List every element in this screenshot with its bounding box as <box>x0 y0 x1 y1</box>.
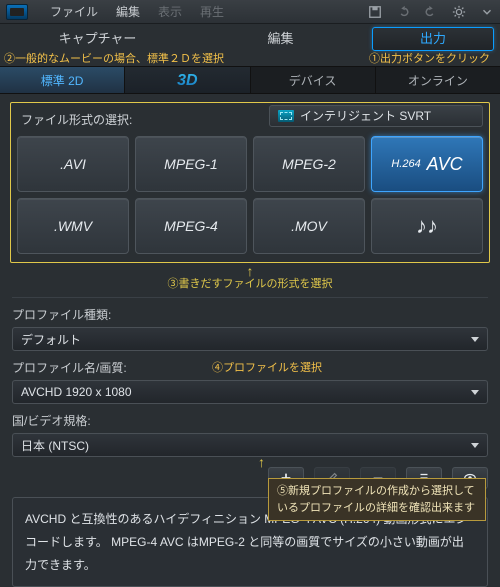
tab-device[interactable]: デバイス <box>251 67 376 93</box>
annotation-5: ⑤新規プロファイルの作成から選択しているプロファイルの詳細を確認出来ます <box>268 478 486 521</box>
chevron-down-icon <box>471 337 479 342</box>
format-h264-prefix: H.264 <box>391 158 420 170</box>
format-h264-main: AVC <box>427 154 463 175</box>
profile-type-label: プロファイル種類: <box>12 306 488 323</box>
file-format-section: インテリジェント SVRT ファイル形式の選択: .AVI MPEG-1 MPE… <box>10 102 490 263</box>
undo-icon[interactable] <box>396 5 410 19</box>
tab-capture[interactable]: キャプチャー <box>6 24 189 54</box>
format-audio[interactable]: ♪♪ <box>371 198 483 254</box>
country-label: 国/ビデオ規格: <box>12 412 488 429</box>
format-h264-avc[interactable]: H.264 AVC <box>371 136 483 192</box>
secondary-tabs: 標準 2D 3D デバイス オンライン <box>0 66 500 94</box>
format-mpeg2[interactable]: MPEG-2 <box>253 136 365 192</box>
music-note-icon: ♪♪ <box>416 213 438 239</box>
tab-edit[interactable]: 編集 <box>189 24 372 54</box>
menu-edit[interactable]: 編集 <box>116 3 140 20</box>
chevron-down-icon <box>471 390 479 395</box>
save-icon[interactable] <box>368 5 382 19</box>
app-icon <box>6 4 28 20</box>
format-mpeg1[interactable]: MPEG-1 <box>135 136 247 192</box>
profile-name-select[interactable]: AVCHD 1920 x 1080 <box>12 380 488 404</box>
profile-name-label: プロファイル名/画質: <box>12 359 488 376</box>
menu-view[interactable]: 表示 <box>158 3 182 20</box>
format-mov[interactable]: .MOV <box>253 198 365 254</box>
profile-type-field: プロファイル種類: デフォルト <box>12 306 488 351</box>
main-tabs: キャプチャー 編集 出力 <box>0 24 500 54</box>
svrt-label: インテリジェント SVRT <box>300 106 431 126</box>
chevron-down-icon <box>471 443 479 448</box>
profile-type-select[interactable]: デフォルト <box>12 327 488 351</box>
annotation-3: ③書きだすファイルの形式を選択 <box>168 278 333 290</box>
file-format-grid: .AVI MPEG-1 MPEG-2 H.264 AVC .WMV MPEG-4… <box>17 136 483 254</box>
tab-3d-label: 3D <box>177 67 197 95</box>
format-mpeg4[interactable]: MPEG-4 <box>135 198 247 254</box>
format-wmv[interactable]: .WMV <box>17 198 129 254</box>
country-field: 国/ビデオ規格: 日本 (NTSC) <box>12 412 488 457</box>
format-avi[interactable]: .AVI <box>17 136 129 192</box>
arrow-up-icon: ↑ <box>10 267 490 275</box>
menu-play[interactable]: 再生 <box>200 3 224 20</box>
menu-file[interactable]: ファイル <box>50 3 98 20</box>
country-select[interactable]: 日本 (NTSC) <box>12 433 488 457</box>
profile-name-field: プロファイル名/画質: ④プロファイルを選択 AVCHD 1920 x 1080 <box>12 359 488 404</box>
chevron-down-icon[interactable] <box>480 5 494 19</box>
tab-standard-2d[interactable]: 標準 2D <box>0 67 125 93</box>
menu-bar: ファイル 編集 表示 再生 <box>0 0 500 24</box>
annotation-3-container: ↑ ③書きだすファイルの形式を選択 <box>10 267 490 291</box>
divider <box>12 297 488 298</box>
gear-icon[interactable] <box>452 5 466 19</box>
output-button[interactable]: 出力 <box>372 27 494 51</box>
redo-icon[interactable] <box>424 5 438 19</box>
profile-name-value: AVCHD 1920 x 1080 <box>21 385 132 399</box>
svrt-icon <box>278 110 294 122</box>
intelligent-svrt-button[interactable]: インテリジェント SVRT <box>269 105 483 127</box>
tab-3d[interactable]: 3D <box>125 67 250 93</box>
tab-online[interactable]: オンライン <box>376 67 500 93</box>
country-value: 日本 (NTSC) <box>21 437 89 454</box>
profile-type-value: デフォルト <box>21 331 81 348</box>
